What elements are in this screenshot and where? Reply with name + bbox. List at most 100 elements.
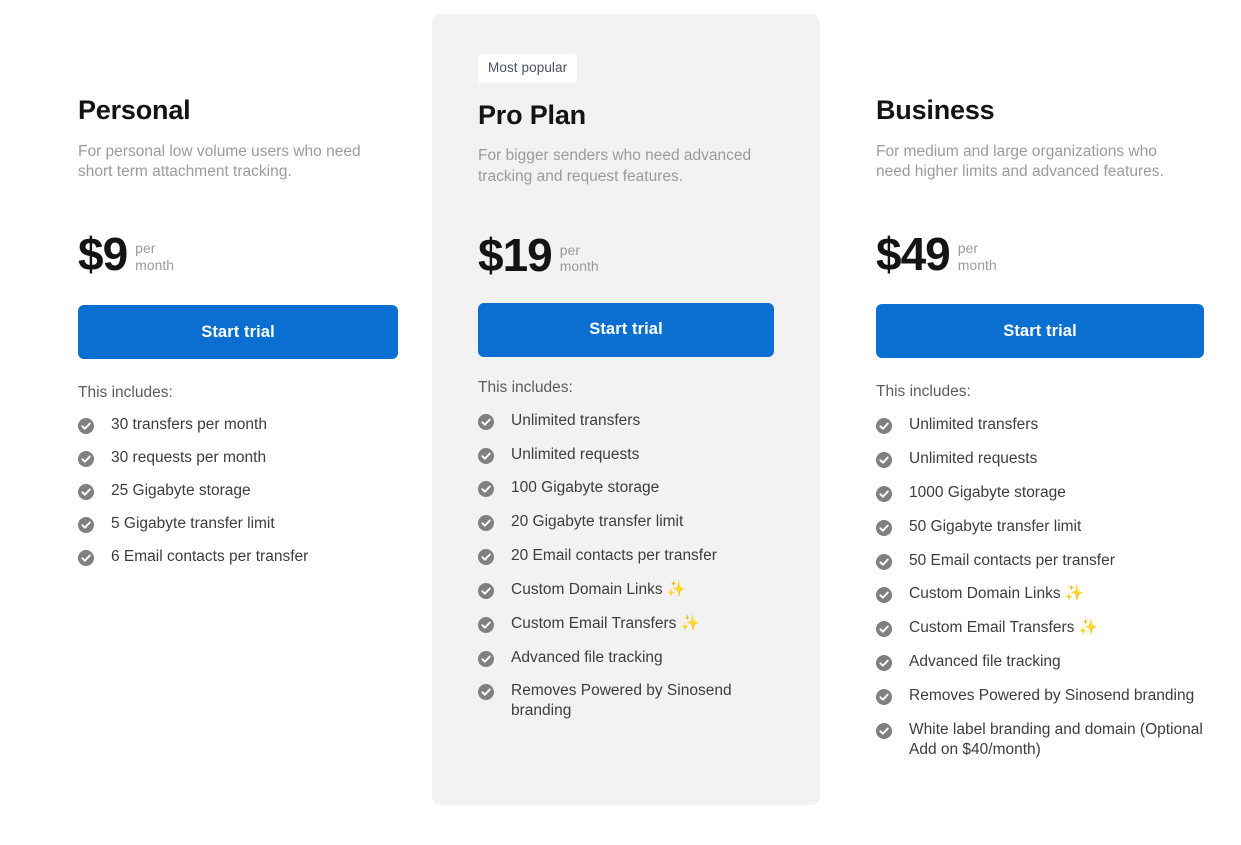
check-circle-icon	[78, 483, 94, 500]
includes-label: This includes:	[78, 384, 173, 402]
feature-item: Custom Email Transfers ✨	[876, 618, 1204, 638]
price-period-line2: month	[559, 258, 599, 275]
price-period: per month	[560, 242, 599, 277]
check-circle-icon	[876, 452, 892, 469]
feature-item: 50 Email contacts per transfer	[876, 551, 1204, 571]
check-circle-icon	[876, 655, 892, 672]
check-circle-icon	[78, 516, 94, 533]
feature-item: Unlimited requests	[876, 449, 1204, 469]
pricing-table: Personal For personal low volume users w…	[0, 0, 1241, 845]
check-circle-icon	[876, 621, 892, 638]
feature-item: Unlimited transfers	[876, 415, 1204, 435]
plan-title: Personal	[78, 95, 191, 125]
check-circle-icon	[478, 650, 494, 667]
check-circle-icon	[78, 418, 94, 435]
check-circle-icon	[78, 549, 94, 566]
feature-list: 30 transfers per month 30 requests per mo…	[78, 415, 398, 566]
check-circle-icon	[478, 549, 494, 566]
feature-item: Custom Email Transfers ✨	[478, 614, 774, 634]
sparkles-icon: ✨	[1064, 585, 1085, 603]
sparkles-icon: ✨	[1078, 619, 1098, 637]
check-circle-icon	[478, 515, 494, 532]
feature-item: 25 Gigabyte storage	[78, 481, 398, 501]
feature-label: 100 Gigabyte storage	[511, 479, 660, 497]
feature-item: 20 Gigabyte transfer limit	[478, 512, 774, 532]
feature-label: Custom Email Transfers ✨	[909, 619, 1098, 637]
plan-description: For bigger senders who need advanced tra…	[478, 147, 752, 185]
feature-label: 20 Email contacts per transfer	[511, 547, 717, 565]
feature-item: 100 Gigabyte storage	[478, 478, 774, 498]
price-period-line2: month	[135, 256, 175, 273]
start-trial-button[interactable]: Start trial	[876, 304, 1204, 359]
feature-item: Custom Domain Links ✨	[478, 580, 774, 600]
price-amount: $9	[78, 227, 128, 280]
feature-label: Unlimited transfers	[909, 416, 1039, 434]
feature-item: 6 Email contacts per transfer	[78, 547, 398, 567]
feature-item: 50 Gigabyte transfer limit	[876, 517, 1204, 537]
feature-item: Unlimited requests	[478, 445, 774, 465]
feature-item: 5 Gigabyte transfer limit	[78, 514, 398, 534]
feature-item: 30 requests per month	[78, 448, 398, 468]
feature-item: Removes Powered by Sinosend branding	[478, 681, 774, 721]
feature-label: Unlimited transfers	[511, 411, 641, 429]
check-circle-icon	[876, 418, 892, 435]
feature-label: 25 Gigabyte storage	[111, 481, 251, 499]
most-popular-badge: Most popular	[478, 54, 578, 83]
price-period: per month	[958, 240, 997, 275]
includes-label: This includes:	[478, 378, 573, 396]
pricing-card-pro: Most popular Pro Plan For bigger senders…	[432, 14, 820, 805]
feature-label: Advanced file tracking	[909, 653, 1061, 671]
price-amount: $19	[478, 229, 553, 282]
feature-item: White label branding and domain (Optiona…	[876, 720, 1204, 760]
check-circle-icon	[876, 587, 892, 604]
feature-item: Advanced file tracking	[876, 652, 1204, 672]
feature-item: Removes Powered by Sinosend branding	[876, 686, 1204, 706]
price-period-line1: per	[135, 240, 156, 257]
price-block: $19 per month	[478, 229, 774, 282]
feature-item: 1000 Gigabyte storage	[876, 483, 1204, 503]
price-block: $49 per month	[876, 227, 1204, 280]
feature-item: Advanced file tracking	[478, 648, 774, 668]
start-trial-button[interactable]: Start trial	[78, 305, 398, 360]
check-circle-icon	[876, 722, 892, 739]
feature-item: 20 Email contacts per transfer	[478, 546, 774, 566]
feature-label: Unlimited requests	[909, 450, 1038, 468]
feature-list: Unlimited transfers Unlimited requests 100…	[876, 415, 1204, 759]
feature-label: 50 Gigabyte transfer limit	[909, 517, 1082, 535]
plan-title: Pro Plan	[478, 99, 586, 130]
check-circle-icon	[876, 688, 892, 705]
feature-item: Custom Domain Links ✨	[876, 584, 1204, 604]
plan-description: For medium and large organizations who n…	[876, 142, 1164, 181]
feature-list: Unlimited transfers Unlimited requests 100…	[478, 411, 774, 721]
feature-label: 5 Gigabyte transfer limit	[111, 514, 275, 532]
price-amount: $49	[876, 227, 951, 280]
includes-label: This includes:	[876, 383, 971, 401]
check-circle-icon	[78, 451, 94, 468]
check-circle-icon	[876, 519, 892, 536]
pricing-card-personal: Personal For personal low volume users w…	[44, 0, 432, 566]
feature-label: 1000 Gigabyte storage	[909, 483, 1066, 501]
feature-item: 30 transfers per month	[78, 415, 398, 435]
check-circle-icon	[478, 413, 494, 430]
plan-title: Business	[876, 95, 995, 125]
check-circle-icon	[478, 582, 494, 599]
feature-label: 30 transfers per month	[111, 416, 267, 434]
feature-label: 6 Email contacts per transfer	[111, 547, 309, 565]
check-circle-icon	[478, 447, 494, 464]
start-trial-button[interactable]: Start trial	[478, 302, 774, 357]
check-circle-icon	[876, 553, 892, 570]
feature-label: 20 Gigabyte transfer limit	[511, 513, 684, 531]
feature-label: Custom Domain Links ✨	[511, 580, 687, 598]
feature-item: Unlimited transfers	[478, 411, 774, 431]
check-circle-icon	[478, 616, 494, 633]
feature-label: Advanced file tracking	[511, 648, 663, 666]
feature-label: Unlimited requests	[511, 445, 640, 463]
sparkles-icon: ✨	[666, 580, 687, 598]
feature-label: 50 Email contacts per transfer	[909, 551, 1115, 569]
feature-label: White label branding and domain (Optiona…	[909, 720, 1203, 758]
price-period-line1: per	[957, 240, 978, 257]
price-block: $9 per month	[78, 227, 398, 280]
feature-label: Removes Powered by Sinosend branding	[909, 686, 1195, 704]
feature-label: Removes Powered by Sinosend branding	[511, 682, 732, 720]
plan-description: For personal low volume users who need s…	[78, 142, 361, 181]
